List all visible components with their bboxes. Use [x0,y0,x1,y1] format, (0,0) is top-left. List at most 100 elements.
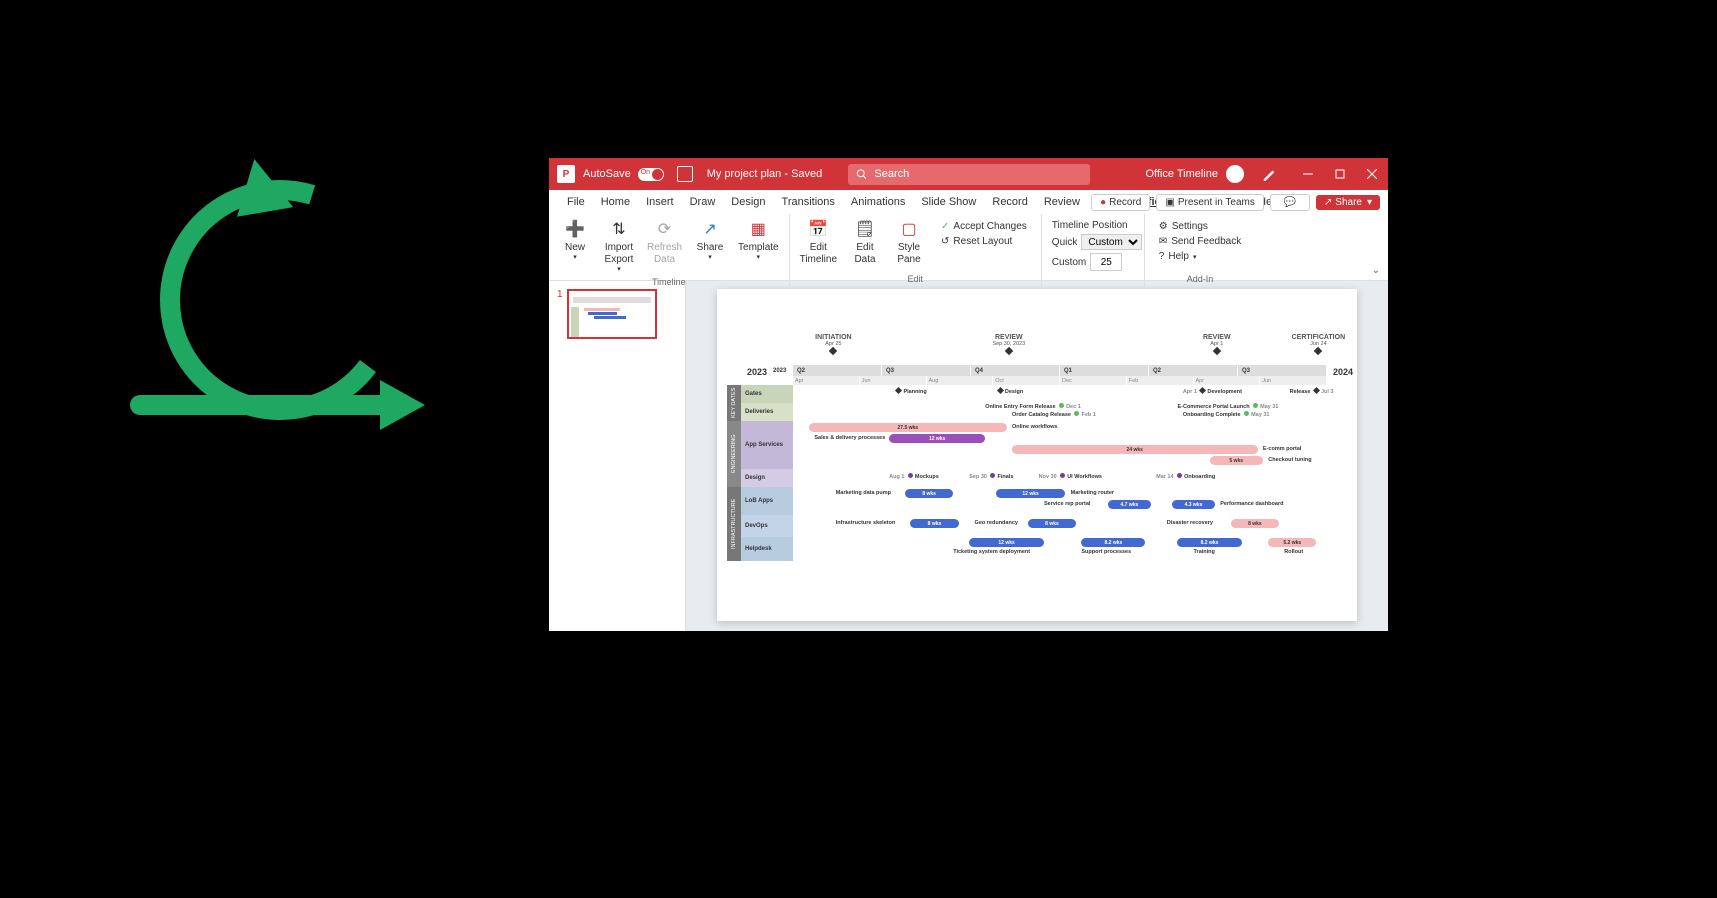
menu-draw[interactable]: Draw [682,190,724,214]
task-bar: 4.3 wks [1172,500,1215,509]
document-title: My project plan - Saved [707,168,823,180]
slide-thumbnail-panel: 1 [549,281,686,631]
refresh-icon: ⟳ [655,220,675,240]
ribbon-group-timeline: ➕New▾ ⇅Import Export▾ ⟳Refresh Data ↗Sha… [549,214,790,286]
edit-data-icon: 🗒 [855,220,875,240]
task-bar: 4.7 wks [1108,500,1151,509]
slide-content: 2023 2024 INITIATIONApr 25 REVIEWSep 30,… [717,289,1357,621]
year-start: 2023 [747,367,767,377]
ribbon-group-edit: 📅Edit Timeline 🗒Edit Data ▢Style Pane ✓A… [790,214,1042,286]
slide-number: 1 [557,289,563,623]
record-button[interactable]: ●Record [1091,194,1150,211]
search-input[interactable] [872,167,1081,181]
office-timeline-label: Office Timeline [1145,168,1218,180]
maximize-button[interactable] [1324,158,1356,190]
slide-canvas-area[interactable]: 2023 2024 INITIATIONApr 25 REVIEWSep 30,… [686,281,1388,631]
menu-transitions[interactable]: Transitions [774,190,843,214]
share-button[interactable]: ↗Share▾ [1316,195,1380,210]
row-devops: DevOps [741,515,793,537]
reset-layout-button[interactable]: ↺Reset Layout [937,235,1031,248]
task-bar: 8 wks [1028,519,1076,528]
menu-design[interactable]: Design [723,190,773,214]
ribbon-group-addin: ⚙Settings ✉Send Feedback ?Help▾ Add-In [1145,214,1255,286]
task-bar: 24 wks [1012,445,1258,454]
import-export-icon: ⇅ [609,220,629,240]
task-bar: 12 wks [969,538,1044,547]
share-icon: ↗ [700,220,720,240]
menu-slideshow[interactable]: Slide Show [913,190,984,214]
custom-position-input[interactable] [1090,253,1122,271]
style-pane-button[interactable]: ▢Style Pane [889,218,929,273]
quarter-axis: 2023Q2 Q3 Q4 Q1 Q2 Q3 [793,365,1327,376]
task-bar: 8 wks [910,519,958,528]
task-bar: 8.2 wks [1177,538,1241,547]
year-end: 2024 [1333,367,1353,377]
save-icon[interactable] [677,166,693,182]
timeline-position-label: Timeline Position [1052,220,1134,231]
help-button[interactable]: ?Help▾ [1155,250,1245,263]
task-bar: 8 wks [1231,519,1279,528]
task-bar: 5 wks [1210,456,1263,465]
menu-bar: File Home Insert Draw Design Transitions… [549,190,1388,214]
menu-record[interactable]: Record [984,190,1035,214]
row-gates: Gates [741,385,793,403]
template-icon: ▦ [748,220,768,240]
minimize-button[interactable] [1292,158,1324,190]
help-icon: ? [1159,251,1165,262]
accept-changes-button[interactable]: ✓Accept Changes [937,220,1031,233]
edit-timeline-button[interactable]: 📅Edit Timeline [796,218,841,273]
section-engineering: ENGINEERING [727,421,741,487]
feedback-icon: ✉ [1159,236,1167,247]
send-feedback-button[interactable]: ✉Send Feedback [1155,235,1245,248]
menu-insert[interactable]: Insert [638,190,682,214]
new-button[interactable]: ➕New▾ [555,218,595,276]
task-bar: 8.2 wks [1081,538,1145,547]
autosave-label: AutoSave [583,168,631,180]
style-pane-icon: ▢ [899,220,919,240]
present-in-teams-button[interactable]: ▣Present in Teams [1156,194,1264,211]
row-deliveries: Deliveries [741,403,793,421]
row-helpdesk: Helpdesk [741,537,793,561]
title-bar: P AutoSave On My project plan - Saved Of… [549,158,1388,190]
refresh-data-button[interactable]: ⟳Refresh Data [643,218,686,276]
task-bar: 12 wks [996,489,1065,498]
search-icon [856,168,867,180]
task-bar: 5.2 wks [1268,538,1316,547]
share-timeline-button[interactable]: ↗Share▾ [690,218,730,276]
check-icon: ✓ [941,221,949,232]
new-icon: ➕ [565,220,585,240]
reset-icon: ↺ [941,236,949,247]
autosave-toggle[interactable]: On [638,168,664,181]
row-design: Design [741,469,793,487]
edit-timeline-icon: 📅 [808,220,828,240]
section-infrastructure: INFRASTRUCTURE [727,487,741,561]
powerpoint-window: P AutoSave On My project plan - Saved Of… [549,158,1388,630]
menu-review[interactable]: Review [1036,190,1088,214]
section-keydates: KEY DATES [727,385,741,421]
quick-position-select[interactable]: Custom [1081,234,1142,250]
menu-home[interactable]: Home [593,190,638,214]
ribbon-group-position: Timeline Position QuickCustom Custom [1042,214,1145,286]
workspace: 1 2023 2024 INITIATIONApr 25 REVIEWSep 3… [549,281,1388,631]
row-app-services: App Services [741,421,793,469]
search-box[interactable] [848,164,1090,185]
slide-thumbnail[interactable] [567,289,657,339]
powerpoint-logo-icon: P [557,165,575,183]
close-button[interactable] [1356,158,1388,190]
ribbon: ➕New▾ ⇅Import Export▾ ⟳Refresh Data ↗Sha… [549,214,1388,281]
menu-animations[interactable]: Animations [843,190,913,214]
edit-data-button[interactable]: 🗒Edit Data [845,218,885,273]
task-bar: 8 wks [905,489,953,498]
import-export-button[interactable]: ⇅Import Export▾ [599,218,639,276]
menu-file[interactable]: File [559,190,593,214]
collapse-ribbon-button[interactable]: ⌄ [1372,265,1380,276]
comments-button[interactable]: 💬 [1270,194,1310,211]
row-lob-apps: LoB Apps [741,487,793,515]
pen-icon[interactable] [1262,167,1276,181]
template-button[interactable]: ▦Template▾ [734,218,783,276]
task-bar: 12 wks [889,434,985,443]
user-avatar[interactable] [1226,165,1244,183]
settings-button[interactable]: ⚙Settings [1155,220,1245,233]
task-bar: 27.5 wks [809,423,1007,432]
gear-icon: ⚙ [1159,221,1168,232]
